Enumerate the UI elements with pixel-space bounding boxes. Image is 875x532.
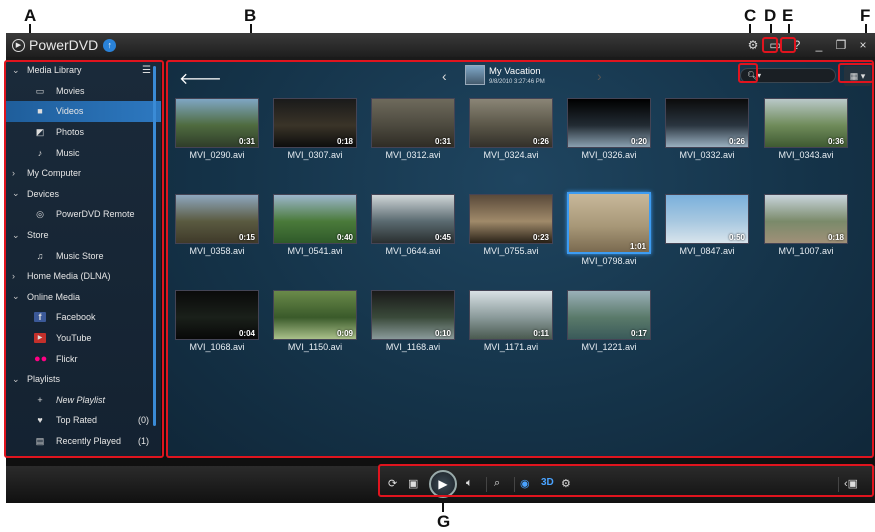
annotation-box-d (762, 37, 778, 53)
callout-b: B (244, 6, 257, 25)
close-button[interactable]: × (857, 38, 869, 52)
annotation-box-g (378, 464, 874, 497)
annotation-box-e (780, 37, 796, 53)
app-brand: ▶ PowerDVD ↑ (12, 37, 117, 53)
settings-gear-icon[interactable]: ⚙ (747, 38, 759, 52)
powerdvd-logo-icon: ▶ (12, 38, 25, 52)
callout-c: C (744, 6, 757, 25)
annotation-box-c (738, 63, 758, 83)
update-icon[interactable]: ↑ (103, 38, 117, 52)
callout-a: A (24, 6, 37, 25)
minimize-button[interactable]: _ (813, 38, 825, 52)
app-name: PowerDVD (29, 37, 99, 53)
callout-d: D (764, 6, 777, 25)
restore-button[interactable]: ❐ (835, 38, 847, 52)
callout-g: G (437, 512, 451, 531)
callout-e: E (782, 6, 794, 25)
annotation-box-a (4, 60, 164, 458)
callout-f: F (860, 6, 871, 25)
annotation-box-f (838, 63, 874, 83)
annotation-box-b (166, 60, 874, 458)
title-bar: ▶ PowerDVD ↑ ⚙ ▭ ? _ ❐ × (6, 33, 875, 57)
